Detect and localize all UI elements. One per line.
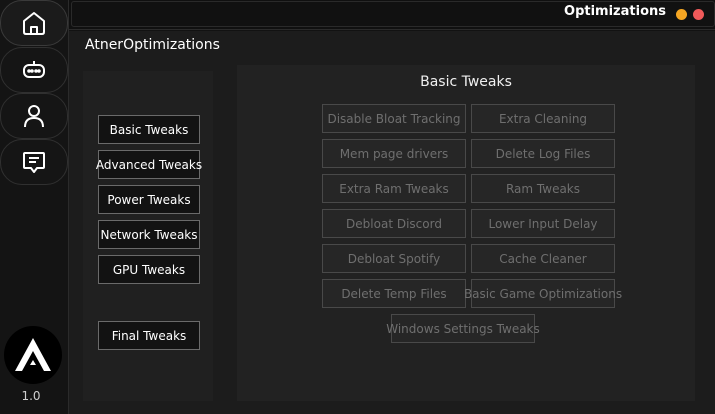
cache-cleaner-button[interactable]: Cache Cleaner [471, 244, 615, 273]
network-tweaks-button[interactable]: Network Tweaks [98, 220, 200, 249]
messages-button[interactable] [0, 139, 68, 185]
sidebar: 1.0 [0, 0, 69, 414]
extra-ram-tweaks-button[interactable]: Extra Ram Tweaks [322, 174, 466, 203]
games-button[interactable] [0, 47, 68, 93]
mem-page-drivers-button[interactable]: Mem page drivers [322, 139, 466, 168]
delete-log-files-button[interactable]: Delete Log Files [471, 139, 615, 168]
app-version: 1.0 [21, 389, 41, 403]
delete-temp-files-button[interactable]: Delete Temp Files [322, 279, 466, 308]
home-icon [23, 12, 45, 35]
gpu-tweaks-button[interactable]: GPU Tweaks [98, 255, 200, 284]
home-button[interactable] [0, 0, 68, 46]
disable-bloat-tracking-button[interactable]: Disable Bloat Tracking [322, 104, 466, 133]
tweaks-panel: Basic Tweaks Disable Bloat Tracking Extr… [237, 65, 695, 401]
minimize-button[interactable] [676, 9, 687, 20]
title-bar: Optimizations [69, 0, 715, 30]
close-button[interactable] [693, 9, 704, 20]
ram-tweaks-button[interactable]: Ram Tweaks [471, 174, 615, 203]
debloat-spotify-button[interactable]: Debloat Spotify [322, 244, 466, 273]
profile-button[interactable] [0, 93, 68, 139]
basic-tweaks-button[interactable]: Basic Tweaks [98, 115, 200, 144]
main-window: AtnerOptimizations Basic Tweaks Advanced… [69, 31, 715, 414]
message-icon [23, 152, 45, 173]
windows-settings-tweaks-button[interactable]: Windows Settings Tweaks [386, 314, 540, 343]
advanced-tweaks-button[interactable]: Advanced Tweaks [96, 150, 202, 179]
basic-game-optimizations-button[interactable]: Basic Game Optimizations [464, 279, 622, 308]
extra-cleaning-button[interactable]: Extra Cleaning [471, 104, 615, 133]
category-panel: Basic Tweaks Advanced Tweaks Power Tweak… [83, 71, 213, 401]
user-icon [24, 105, 44, 128]
app-logo [4, 326, 62, 384]
lower-input-delay-button[interactable]: Lower Input Delay [471, 209, 615, 238]
debloat-discord-button[interactable]: Debloat Discord [322, 209, 466, 238]
window-title: Optimizations [564, 4, 666, 19]
app-title: AtnerOptimizations [85, 37, 220, 53]
section-title: Basic Tweaks [420, 74, 512, 90]
logo-icon [15, 338, 51, 371]
power-tweaks-button[interactable]: Power Tweaks [98, 185, 200, 214]
final-tweaks-button[interactable]: Final Tweaks [98, 321, 200, 350]
gamepad-icon [23, 61, 45, 78]
